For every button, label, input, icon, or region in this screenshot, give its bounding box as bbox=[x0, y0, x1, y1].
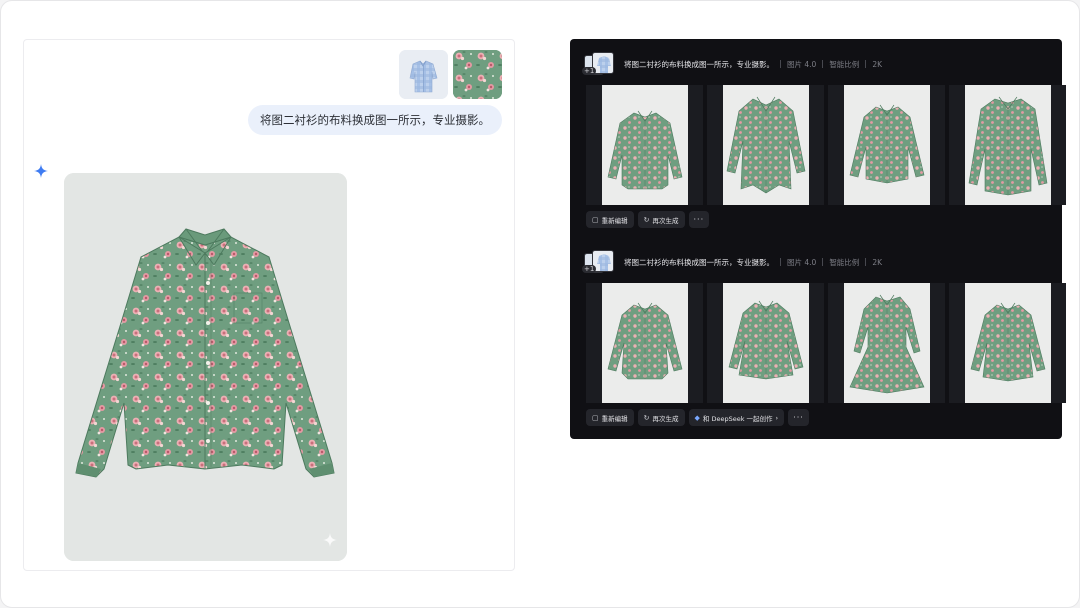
more-icon: ··· bbox=[793, 413, 804, 422]
re-edit-button[interactable]: ▢ 重新编辑 bbox=[586, 409, 634, 426]
re-edit-button[interactable]: ▢ 重新编辑 bbox=[586, 211, 634, 228]
run-prompt: 将图二衬衫的布料换成图一所示，专业摄影。 bbox=[624, 59, 774, 69]
reference-stack-thumb[interactable]: +1 bbox=[582, 249, 616, 275]
run-resolution: 2K bbox=[872, 257, 883, 267]
regenerate-button[interactable]: ↻ 再次生成 bbox=[637, 211, 685, 228]
more-icon: ··· bbox=[693, 215, 705, 224]
re-edit-label: 重新编辑 bbox=[601, 216, 628, 225]
run-ratio: 智能比例 bbox=[829, 257, 860, 267]
refresh-icon: ↻ bbox=[643, 413, 650, 422]
run-actions: ▢ 重新编辑 ↻ 再次生成 ◆ 和 DeepSeek 一起创作 › ··· bbox=[586, 409, 809, 426]
regenerate-label: 再次生成 bbox=[652, 414, 679, 423]
run-meta: +1 将图二衬衫的布料换成图一所示，专业摄影。 图片 4.0 智能比例 2K bbox=[582, 51, 883, 77]
run-model: 图片 4.0 bbox=[787, 59, 817, 69]
deepseek-label: 和 DeepSeek 一起创作 bbox=[702, 414, 773, 423]
result-tile[interactable] bbox=[949, 283, 1066, 403]
generation-history-panel: +1 将图二衬衫的布料换成图一所示，专业摄影。 图片 4.0 智能比例 2K ▢… bbox=[570, 39, 1066, 439]
result-tile[interactable] bbox=[707, 283, 824, 403]
result-tile[interactable] bbox=[586, 283, 703, 403]
result-tile[interactable] bbox=[828, 85, 945, 205]
watermark-sparkle-icon bbox=[323, 532, 337, 551]
generation-run: +1 将图二衬衫的布料换成图一所示，专业摄影。 图片 4.0 智能比例 2K ▢… bbox=[570, 39, 1066, 237]
chat-panel: 将图二衬衫的布料换成图一所示，专业摄影。 bbox=[23, 39, 515, 571]
result-tile[interactable] bbox=[586, 85, 703, 205]
sparkle-icon bbox=[34, 163, 48, 182]
run-prompt: 将图二衬衫的布料换成图一所示，专业摄影。 bbox=[624, 257, 774, 267]
reference-count: +1 bbox=[582, 265, 597, 273]
re-edit-label: 重新编辑 bbox=[601, 414, 628, 423]
regenerate-button[interactable]: ↻ 再次生成 bbox=[637, 409, 685, 426]
chevron-right-icon: › bbox=[775, 413, 779, 422]
floral-fabric-reference-thumb[interactable] bbox=[453, 50, 502, 99]
run-meta: +1 将图二衬衫的布料换成图一所示，专业摄影。 图片 4.0 智能比例 2K bbox=[582, 249, 883, 275]
reference-stack-thumb[interactable]: +1 bbox=[582, 51, 616, 77]
refresh-icon: ↻ bbox=[643, 215, 650, 224]
result-grid bbox=[586, 283, 1066, 403]
user-prompt-bubble: 将图二衬衫的布料换成图一所示，专业摄影。 bbox=[248, 105, 502, 135]
more-button[interactable]: ··· bbox=[788, 409, 809, 426]
comparison-canvas: 将图二衬衫的布料换成图一所示，专业摄影。 +1 将图二衬衫的布料换成图一所示，专… bbox=[0, 0, 1080, 608]
result-tile[interactable] bbox=[707, 85, 824, 205]
edit-icon: ▢ bbox=[592, 215, 599, 224]
generated-result-image[interactable] bbox=[64, 173, 347, 561]
run-actions: ▢ 重新编辑 ↻ 再次生成 ··· bbox=[586, 211, 710, 228]
more-button[interactable]: ··· bbox=[688, 211, 710, 228]
blue-shirt-reference-thumb[interactable] bbox=[399, 50, 448, 99]
result-tile[interactable] bbox=[828, 283, 945, 403]
regenerate-label: 再次生成 bbox=[652, 216, 679, 225]
run-model: 图片 4.0 bbox=[787, 257, 817, 267]
edit-icon: ▢ bbox=[592, 413, 599, 422]
reference-count: +1 bbox=[582, 67, 597, 75]
reference-images bbox=[399, 50, 502, 99]
run-resolution: 2K bbox=[872, 59, 883, 69]
deepseek-icon: ◆ bbox=[694, 413, 700, 422]
run-ratio: 智能比例 bbox=[829, 59, 860, 69]
create-with-deepseek-button[interactable]: ◆ 和 DeepSeek 一起创作 › bbox=[688, 409, 785, 426]
generation-run: +1 将图二衬衫的布料换成图一所示，专业摄影。 图片 4.0 智能比例 2K ▢… bbox=[570, 237, 1066, 439]
result-grid bbox=[586, 85, 1066, 205]
result-tile[interactable] bbox=[949, 85, 1066, 205]
